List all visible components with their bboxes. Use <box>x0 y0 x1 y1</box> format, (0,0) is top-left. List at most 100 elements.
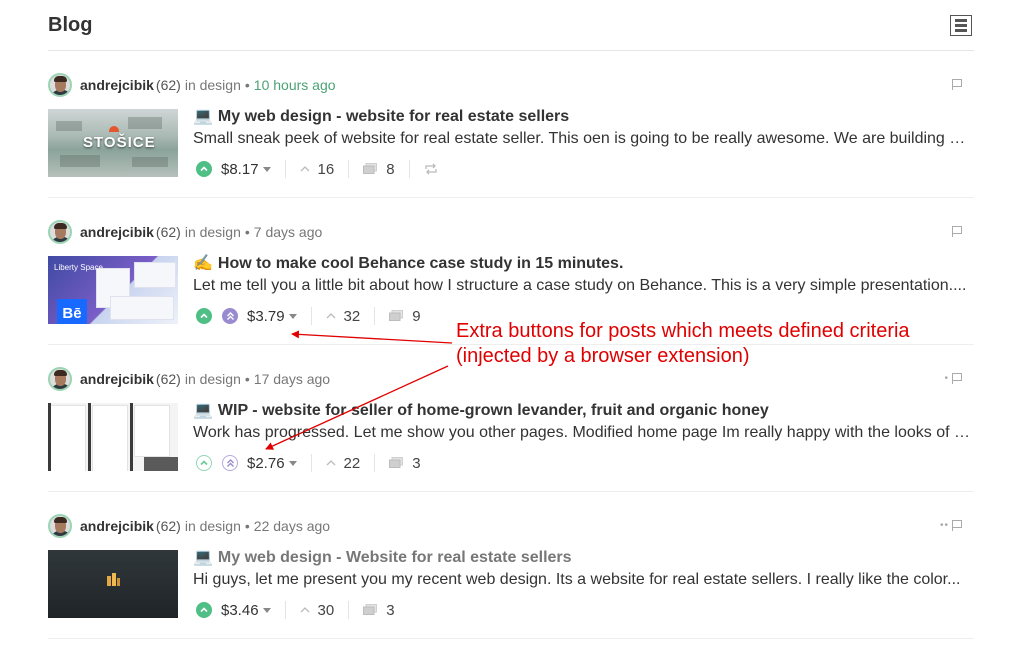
post-payout[interactable]: $2.76 <box>247 455 285 472</box>
community-link[interactable]: in design <box>185 77 241 93</box>
post-footer: $2.76 22 3 <box>196 452 421 474</box>
author-name[interactable]: andrejcibik <box>80 224 154 240</box>
meta-separator: • <box>244 518 250 534</box>
chevron-up-icon <box>326 313 336 319</box>
title-emoji: 💻 <box>193 402 213 419</box>
votes-value: 22 <box>343 454 361 472</box>
title-emoji: 💻 <box>193 549 213 566</box>
post-footer: $3.46 30 3 <box>196 599 395 621</box>
annotation-line-1: Extra buttons for posts which meets defi… <box>456 320 910 342</box>
flag-dots: • <box>944 373 949 384</box>
footer-divider <box>310 307 312 325</box>
avatar[interactable] <box>48 220 72 244</box>
footer-divider <box>374 307 376 325</box>
footer-divider <box>348 160 350 178</box>
upvote-icon[interactable] <box>196 161 212 177</box>
caret-down-icon[interactable] <box>288 460 297 466</box>
post-title-link[interactable]: 💻 My web design - Website for real estate… <box>193 547 572 567</box>
votes-count[interactable]: 16 <box>300 160 335 178</box>
community-link[interactable]: in design <box>185 371 241 387</box>
title-emoji: ✍ <box>193 255 213 272</box>
footer-divider <box>408 160 410 178</box>
extension-icon[interactable] <box>222 308 238 324</box>
post-title-link[interactable]: 💻 WIP - website for seller of home-grown … <box>193 400 769 420</box>
title-emoji: 💻 <box>193 108 213 125</box>
author-reputation: (62) <box>155 371 181 387</box>
post-summary[interactable]: Work has progressed. Let me show you oth… <box>193 424 971 442</box>
caret-down-icon[interactable] <box>262 166 271 172</box>
footer-divider <box>310 454 312 472</box>
footer-divider <box>284 160 286 178</box>
post-summary[interactable]: Let me tell you a little bit about how I… <box>193 277 971 295</box>
extension-icon[interactable] <box>222 455 238 471</box>
meta-separator: • <box>244 77 250 93</box>
reblog-icon[interactable] <box>424 163 438 175</box>
comment-icon <box>389 457 404 468</box>
post-payout[interactable]: $8.17 <box>221 161 259 178</box>
post-thumbnail[interactable] <box>48 403 178 471</box>
flag-icon[interactable] <box>952 520 962 531</box>
layout-toggle-icon[interactable] <box>950 15 972 36</box>
post-footer: $3.79 32 9 <box>196 305 421 327</box>
author-reputation: (62) <box>155 224 181 240</box>
post-meta: andrejcibik (62) in design • 10 hours ago <box>48 73 336 97</box>
footer-divider <box>348 601 350 619</box>
flag-icon[interactable] <box>952 226 962 237</box>
author-name[interactable]: andrejcibik <box>80 518 154 534</box>
community-link[interactable]: in design <box>185 224 241 240</box>
post-time[interactable]: 7 days ago <box>254 224 323 240</box>
chevron-up-icon <box>300 166 310 172</box>
post-thumbnail[interactable]: Liberty Space Bē <box>48 256 178 324</box>
comments-count[interactable]: 3 <box>389 454 421 472</box>
post-time[interactable]: 10 hours ago <box>254 77 336 93</box>
post-title: How to make cool Behance case study in 1… <box>217 255 624 272</box>
author-reputation: (62) <box>155 77 181 93</box>
page-title: Blog <box>48 14 93 36</box>
comments-count[interactable]: 3 <box>363 602 395 619</box>
post-title-link[interactable]: ✍ How to make cool Behance case study in … <box>193 253 623 273</box>
flag-dots: •• <box>939 520 949 531</box>
post-summary[interactable]: Small sneak peek of website for real est… <box>193 130 971 148</box>
footer-divider <box>374 454 376 472</box>
post-summary[interactable]: Hi guys, let me present you my recent we… <box>193 571 971 589</box>
annotation-line-2: (injected by a browser extension) <box>456 345 750 367</box>
comments-count[interactable]: 9 <box>389 308 421 325</box>
flag-icon[interactable] <box>952 373 962 384</box>
comments-value: 3 <box>412 454 421 472</box>
post-meta: andrejcibik (62) in design • 7 days ago <box>48 220 322 244</box>
post-payout[interactable]: $3.79 <box>247 308 285 325</box>
post-payout[interactable]: $3.46 <box>221 602 259 619</box>
caret-down-icon[interactable] <box>262 607 271 613</box>
comment-icon <box>389 310 404 321</box>
community-link[interactable]: in design <box>185 518 241 534</box>
chevron-up-icon <box>326 460 336 466</box>
comment-icon <box>363 163 378 174</box>
footer-divider <box>284 601 286 619</box>
post-time[interactable]: 17 days ago <box>254 371 330 387</box>
avatar[interactable] <box>48 367 72 391</box>
meta-separator: • <box>244 371 250 387</box>
comments-count[interactable]: 8 <box>363 161 395 178</box>
flag-icon[interactable] <box>952 79 962 90</box>
post-meta: andrejcibik (62) in design • 22 days ago <box>48 514 330 538</box>
chevron-up-icon <box>300 607 310 613</box>
votes-value: 16 <box>317 160 335 178</box>
votes-count[interactable]: 22 <box>326 454 361 472</box>
flag-area <box>949 226 962 237</box>
author-name[interactable]: andrejcibik <box>80 77 154 93</box>
meta-separator: • <box>244 224 250 240</box>
post-thumbnail[interactable] <box>48 550 178 618</box>
post-title-link[interactable]: 💻 My web design - website for real estate… <box>193 106 569 126</box>
author-name[interactable]: andrejcibik <box>80 371 154 387</box>
upvote-icon[interactable] <box>196 455 212 471</box>
upvote-icon[interactable] <box>196 308 212 324</box>
votes-count[interactable]: 32 <box>326 308 360 325</box>
flag-area <box>949 79 962 90</box>
post-time[interactable]: 22 days ago <box>254 518 330 534</box>
upvote-icon[interactable] <box>196 602 212 618</box>
post-thumbnail[interactable]: STOŠICE <box>48 109 178 177</box>
avatar[interactable] <box>48 73 72 97</box>
avatar[interactable] <box>48 514 72 538</box>
votes-count[interactable]: 30 <box>300 602 334 619</box>
caret-down-icon[interactable] <box>288 313 297 319</box>
